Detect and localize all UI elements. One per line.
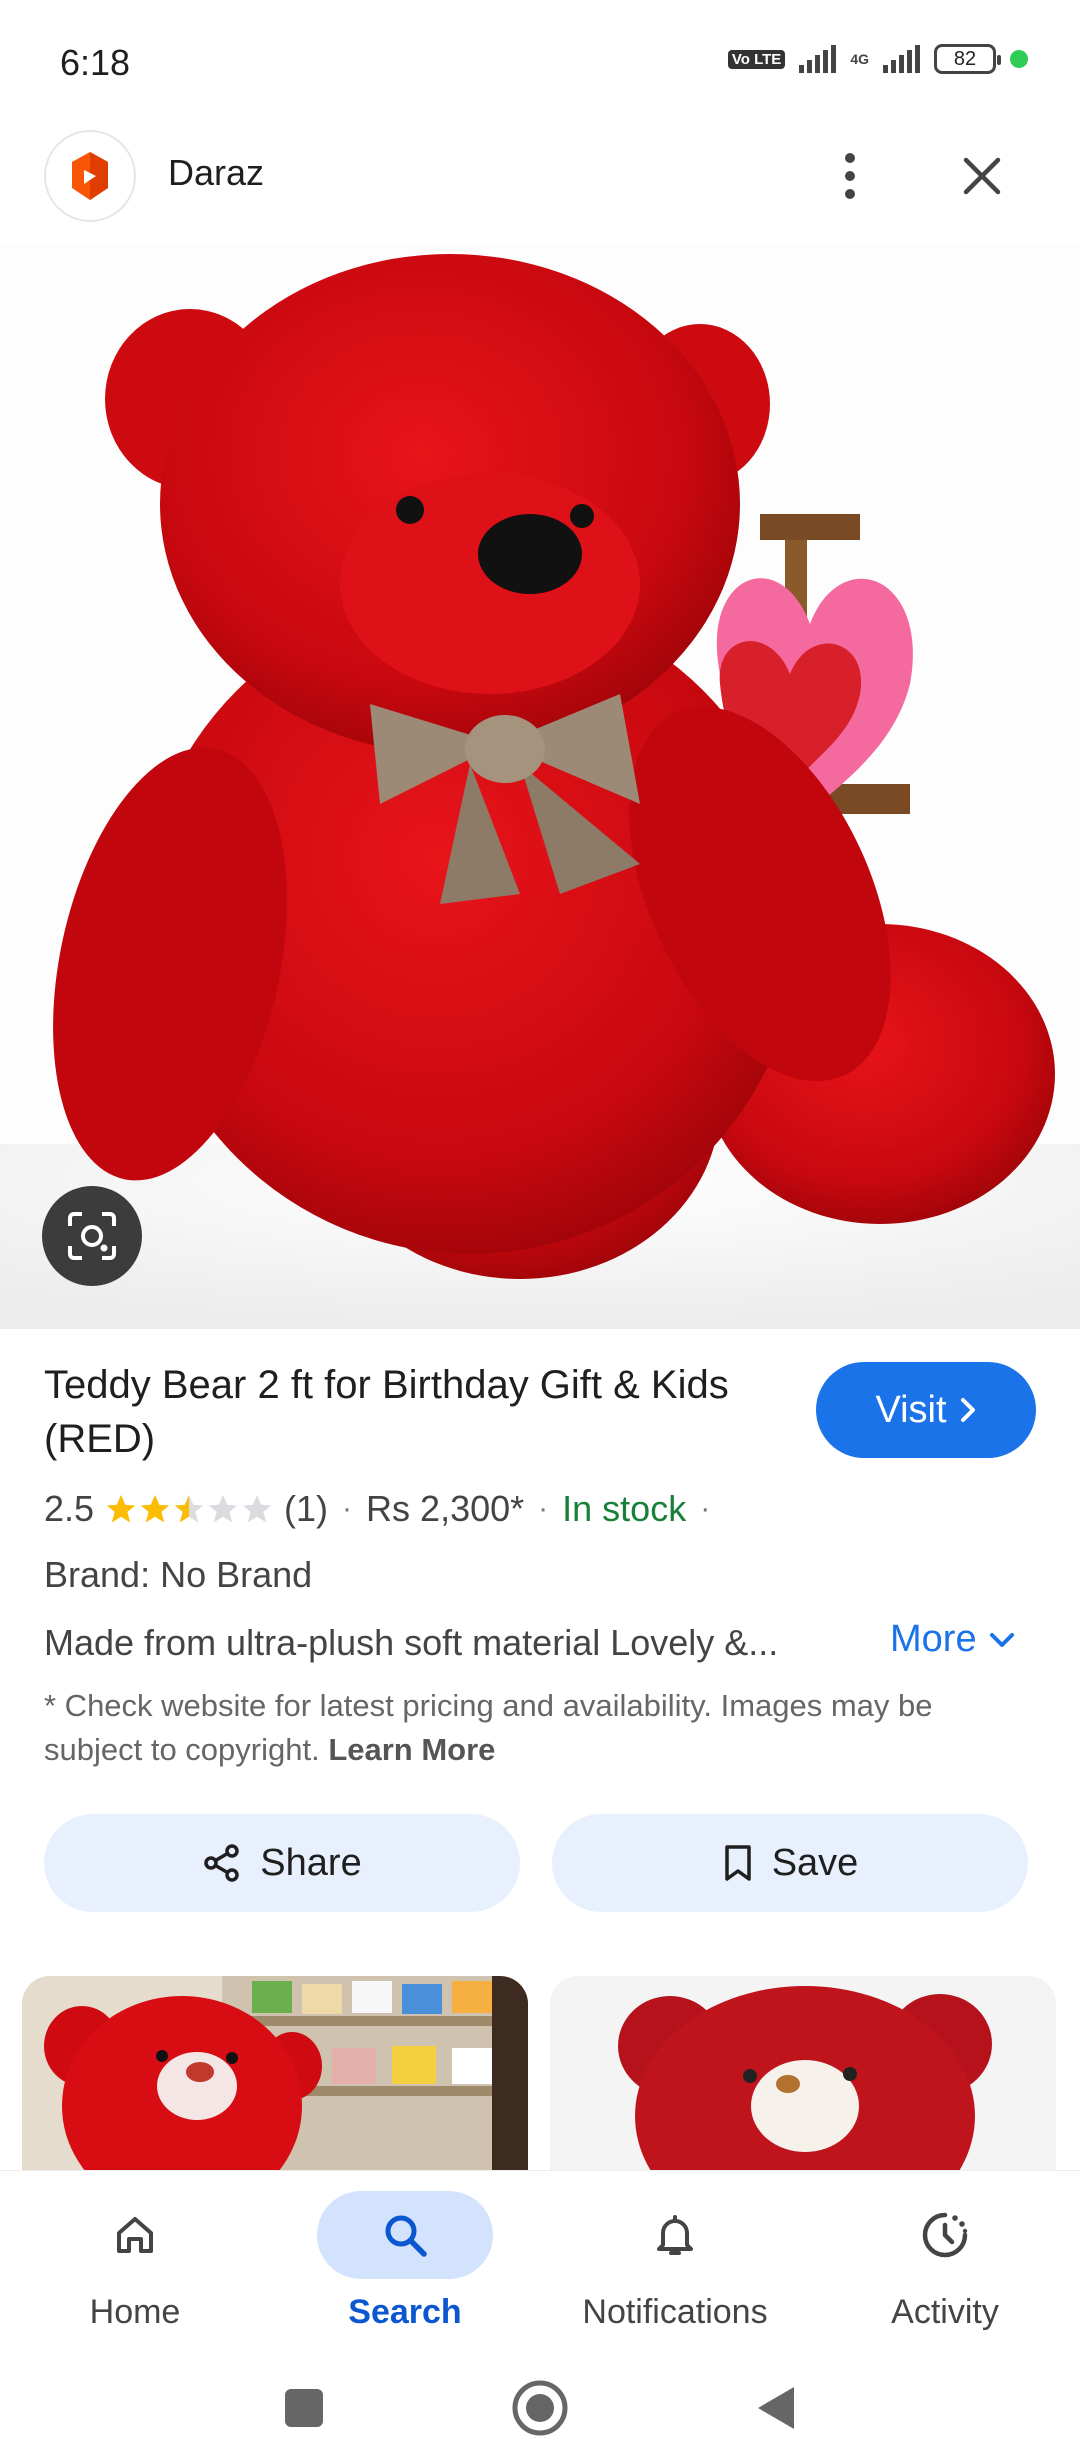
system-navigation-bar xyxy=(0,2354,1080,2460)
price: Rs 2,300* xyxy=(366,1488,525,1529)
close-icon xyxy=(963,157,1001,195)
privacy-indicator-dot xyxy=(1010,50,1028,68)
back-button[interactable] xyxy=(744,2376,808,2440)
google-lens-button[interactable] xyxy=(42,1186,142,1286)
nav-search-label: Search xyxy=(348,2293,462,2331)
signal-icon xyxy=(799,45,837,73)
star-half-icon xyxy=(174,1494,204,1523)
star-empty-icon xyxy=(208,1494,238,1523)
brand-label: Brand: No Brand xyxy=(44,1554,313,1595)
review-count: (1) xyxy=(284,1488,329,1529)
site-logo xyxy=(44,130,136,222)
teddy-bear-image xyxy=(0,244,1080,1329)
result-header: Daraz xyxy=(0,126,1080,226)
lens-icon xyxy=(68,1212,116,1260)
bottom-navigation: Home Search Notifications Activity xyxy=(0,2170,1080,2354)
disclaimer: * Check website for latest pricing and a… xyxy=(44,1684,1034,1772)
nav-search-icon-wrap xyxy=(317,2191,493,2279)
related-bear-image-2 xyxy=(550,1976,1056,2170)
more-vert-icon xyxy=(845,153,855,199)
visit-label: Visit xyxy=(875,1388,947,1431)
bell-icon xyxy=(657,2215,693,2255)
rating-row: 2.5 (1) · Rs 2,300* · In stock · xyxy=(44,1484,724,1534)
nav-home[interactable]: Home xyxy=(0,2171,270,2355)
chevron-down-icon xyxy=(989,1632,1014,1647)
more-options-button[interactable] xyxy=(820,146,880,206)
nav-notifications-icon-wrap xyxy=(587,2191,763,2279)
rating-stars xyxy=(104,1492,274,1526)
related-bear-image-1 xyxy=(22,1976,528,2170)
nav-activity-icon-wrap xyxy=(857,2191,1033,2279)
related-image-1[interactable] xyxy=(22,1976,528,2170)
save-button[interactable]: Save xyxy=(552,1814,1028,1912)
activity-icon xyxy=(922,2212,968,2258)
visit-button[interactable]: Visit xyxy=(816,1362,1036,1458)
more-label: More xyxy=(890,1618,977,1660)
nav-activity[interactable]: Activity xyxy=(810,2171,1080,2355)
nav-activity-label: Activity xyxy=(891,2293,999,2331)
star-empty-icon xyxy=(242,1494,272,1523)
stock-status: In stock xyxy=(562,1488,687,1529)
share-label: Share xyxy=(260,1841,362,1884)
search-icon xyxy=(385,2215,427,2257)
rating-value: 2.5 xyxy=(44,1488,95,1529)
signal-icon-2 xyxy=(883,45,920,73)
product-title: Teddy Bear 2 ft for Birthday Gift & Kids… xyxy=(44,1363,729,1461)
nav-search[interactable]: Search xyxy=(270,2171,540,2355)
home-circle-icon xyxy=(512,2380,568,2436)
status-icons: Vo LTE 4G 82 xyxy=(727,44,1028,74)
nav-home-label: Home xyxy=(89,2293,181,2331)
volte-icon: Vo LTE xyxy=(727,49,786,69)
nav-notifications-label: Notifications xyxy=(582,2293,768,2331)
recents-icon xyxy=(285,2389,323,2427)
status-time: 6:18 xyxy=(60,42,131,83)
close-button[interactable] xyxy=(950,144,1014,208)
learn-more-link[interactable]: Learn More xyxy=(328,1732,495,1767)
more-button[interactable]: More xyxy=(890,1618,1015,1661)
bookmark-icon xyxy=(724,1845,751,1881)
chevron-right-icon xyxy=(960,1398,975,1422)
nav-home-icon-wrap xyxy=(47,2191,223,2279)
separator-dot: · xyxy=(342,1492,353,1525)
site-name: Daraz xyxy=(168,152,265,193)
battery-icon: 82 xyxy=(934,44,1001,74)
separator-dot: · xyxy=(538,1492,549,1525)
save-label: Save xyxy=(771,1841,859,1884)
product-image[interactable] xyxy=(0,244,1080,1329)
back-triangle-icon xyxy=(758,2387,794,2429)
related-image-2[interactable] xyxy=(550,1976,1056,2170)
daraz-logo-icon xyxy=(72,152,108,200)
product-description: Made from ultra-plush soft material Love… xyxy=(44,1622,779,1663)
separator-dot: · xyxy=(700,1492,711,1525)
star-icon xyxy=(106,1494,136,1523)
share-icon xyxy=(204,1844,240,1882)
network-type-label: 4G xyxy=(850,51,869,67)
home-icon xyxy=(117,2217,153,2253)
home-system-button[interactable] xyxy=(508,2376,572,2440)
recents-button[interactable] xyxy=(272,2376,336,2440)
nav-notifications[interactable]: Notifications xyxy=(540,2171,810,2355)
star-icon xyxy=(140,1494,170,1523)
share-button[interactable]: Share xyxy=(44,1814,520,1912)
status-bar: 6:18 Vo LTE 4G 82 xyxy=(0,0,1080,120)
